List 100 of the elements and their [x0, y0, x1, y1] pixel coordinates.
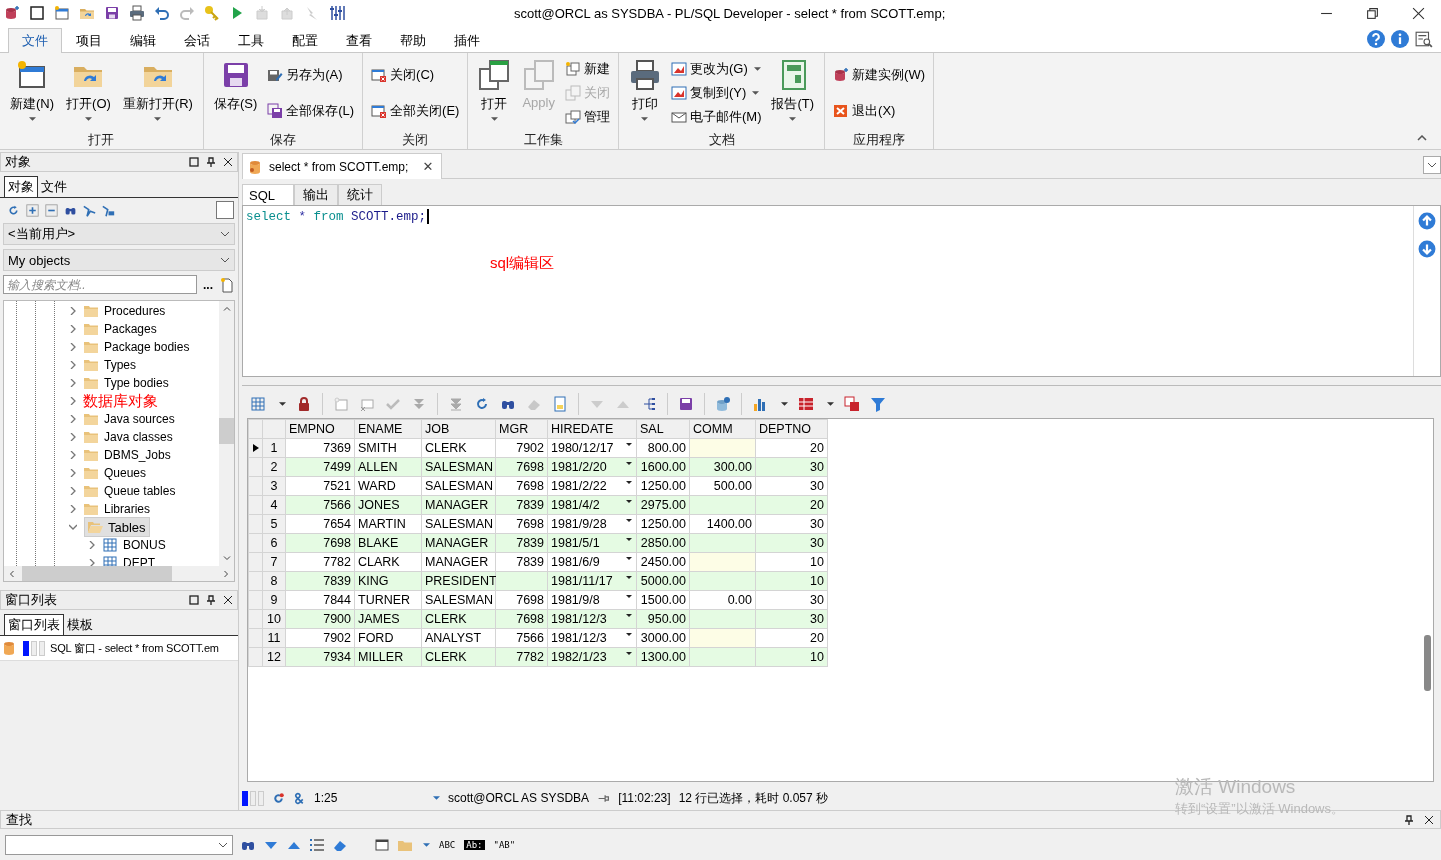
ribbon-button[interactable]: 复制到(Y): [669, 83, 764, 103]
ribbon-button[interactable]: 全部关闭(E): [369, 101, 462, 121]
caret-icon[interactable]: [279, 402, 286, 406]
export-icon[interactable]: [844, 396, 860, 412]
info-icon[interactable]: [1391, 30, 1409, 48]
scroll-right-icon[interactable]: [222, 569, 230, 578]
grid-icon[interactable]: [798, 396, 814, 412]
ribbon-button[interactable]: 退出(X): [831, 101, 928, 121]
expander-icon[interactable]: [69, 307, 77, 315]
caret-icon[interactable]: [626, 500, 632, 503]
ribbon-button[interactable]: 关闭(C): [369, 65, 462, 85]
column-header[interactable]: EMPNO: [285, 419, 355, 439]
ribbon-button[interactable]: 全部保存(L): [265, 101, 357, 121]
column-header[interactable]: JOB: [421, 419, 496, 439]
bar-chart-icon[interactable]: [752, 396, 768, 412]
expander-icon[interactable]: [69, 415, 77, 423]
tree-item[interactable]: Java sources: [81, 410, 178, 428]
scroll-left-icon[interactable]: [8, 569, 16, 578]
list-icon[interactable]: [309, 836, 325, 853]
window-icon[interactable]: [29, 5, 45, 21]
float-icon[interactable]: [189, 157, 199, 167]
ribbon-button[interactable]: 重新打开(R): [118, 55, 197, 131]
column-header[interactable]: HIREDATE: [547, 419, 637, 439]
scroll-thumb[interactable]: [1424, 635, 1431, 691]
caret-icon[interactable]: [626, 443, 632, 446]
menu-tab[interactable]: 编辑: [116, 28, 170, 53]
ribbon-button[interactable]: 电子邮件(M): [669, 107, 764, 127]
caret-icon[interactable]: [626, 481, 632, 484]
new-document-icon[interactable]: [219, 276, 235, 293]
menu-tab[interactable]: 帮助: [386, 28, 440, 53]
tree-item[interactable]: Procedures: [81, 302, 169, 320]
ribbon-button[interactable]: 更改为(G): [669, 59, 764, 79]
menu-tab[interactable]: 配置: [278, 28, 332, 53]
more-button[interactable]: ...: [203, 277, 213, 292]
ribbon-button[interactable]: 管理: [563, 107, 612, 127]
column-header[interactable]: COMM: [689, 419, 756, 439]
editor-tab[interactable]: SQL: [242, 184, 294, 205]
printer-icon[interactable]: [129, 5, 145, 21]
database-icon[interactable]: [715, 396, 731, 412]
ribbon-button[interactable]: 新建(N): [6, 55, 59, 131]
menu-tab[interactable]: 会话: [170, 28, 224, 53]
tree-icon[interactable]: [641, 396, 657, 412]
column-header[interactable]: MGR: [495, 419, 548, 439]
equalizer-icon[interactable]: [329, 5, 345, 21]
form-icon[interactable]: [552, 396, 568, 412]
close-icon[interactable]: [223, 157, 233, 167]
expander-icon[interactable]: [88, 541, 96, 549]
tree-item[interactable]: Java classes: [81, 428, 176, 446]
ribbon-button[interactable]: 新建实例(W): [831, 65, 928, 85]
undo-icon[interactable]: [154, 5, 170, 21]
scrollbar[interactable]: [4, 566, 234, 581]
refresh-icon[interactable]: [7, 203, 20, 217]
refresh-icon[interactable]: [272, 791, 285, 805]
expander-icon[interactable]: [69, 469, 77, 477]
caret-icon[interactable]: [827, 402, 834, 406]
expander-icon[interactable]: [69, 325, 77, 333]
menu-tab[interactable]: 插件: [440, 28, 494, 53]
panel-tab[interactable]: 对象: [4, 176, 38, 197]
arrow-down-icon[interactable]: [1418, 240, 1436, 258]
editor-tab[interactable]: 输出: [294, 184, 338, 205]
panel-tab[interactable]: 窗口列表: [4, 614, 64, 635]
pin-icon[interactable]: [206, 595, 216, 605]
filter-icon[interactable]: [102, 203, 115, 217]
caret-icon[interactable]: [626, 538, 632, 541]
help-icon[interactable]: [1367, 30, 1385, 48]
ribbon-button[interactable]: 保存(S): [209, 55, 262, 131]
caret-icon[interactable]: [626, 462, 632, 465]
new-window-icon[interactable]: [54, 5, 70, 21]
menu-tab[interactable]: 工具: [224, 28, 278, 53]
expander-icon[interactable]: [69, 397, 77, 405]
key-icon[interactable]: [204, 5, 220, 21]
caret-icon[interactable]: [626, 519, 632, 522]
collapse-all-icon[interactable]: [45, 203, 58, 217]
filter-icon[interactable]: [83, 203, 96, 217]
ribbon-button[interactable]: 另存为(A): [265, 65, 357, 85]
find-field[interactable]: [5, 834, 233, 855]
caret-icon[interactable]: [626, 633, 632, 636]
tree-item[interactable]: Types: [81, 356, 139, 374]
refresh-icon[interactable]: [474, 396, 490, 412]
caret-icon[interactable]: [781, 402, 788, 406]
ribbon-button[interactable]: 打开(O): [62, 55, 115, 131]
ribbon-button[interactable]: 报告(T): [767, 55, 819, 131]
search-field[interactable]: 输入搜索文档..: [3, 275, 197, 294]
document-search-icon[interactable]: [1415, 30, 1433, 48]
menu-tab[interactable]: 项目: [62, 28, 116, 53]
tree-item[interactable]: Queues: [81, 464, 150, 482]
float-icon[interactable]: [189, 595, 199, 605]
expander-icon[interactable]: [69, 379, 77, 387]
tree-item[interactable]: Type bodies: [81, 374, 172, 392]
ribbon-button[interactable]: 新建: [563, 59, 612, 79]
expander-icon[interactable]: [69, 523, 77, 531]
panel-tab[interactable]: 模板: [64, 614, 96, 635]
ribbon-button[interactable]: 打印: [625, 55, 665, 131]
scroll-up-icon[interactable]: [222, 305, 231, 313]
expander-icon[interactable]: [69, 361, 77, 369]
search-option-button[interactable]: "AB": [491, 839, 518, 850]
expander-icon[interactable]: [69, 343, 77, 351]
tree-item[interactable]: Packages: [81, 320, 160, 338]
filter-icon[interactable]: [870, 396, 886, 412]
panel-tab[interactable]: 文件: [38, 176, 70, 197]
